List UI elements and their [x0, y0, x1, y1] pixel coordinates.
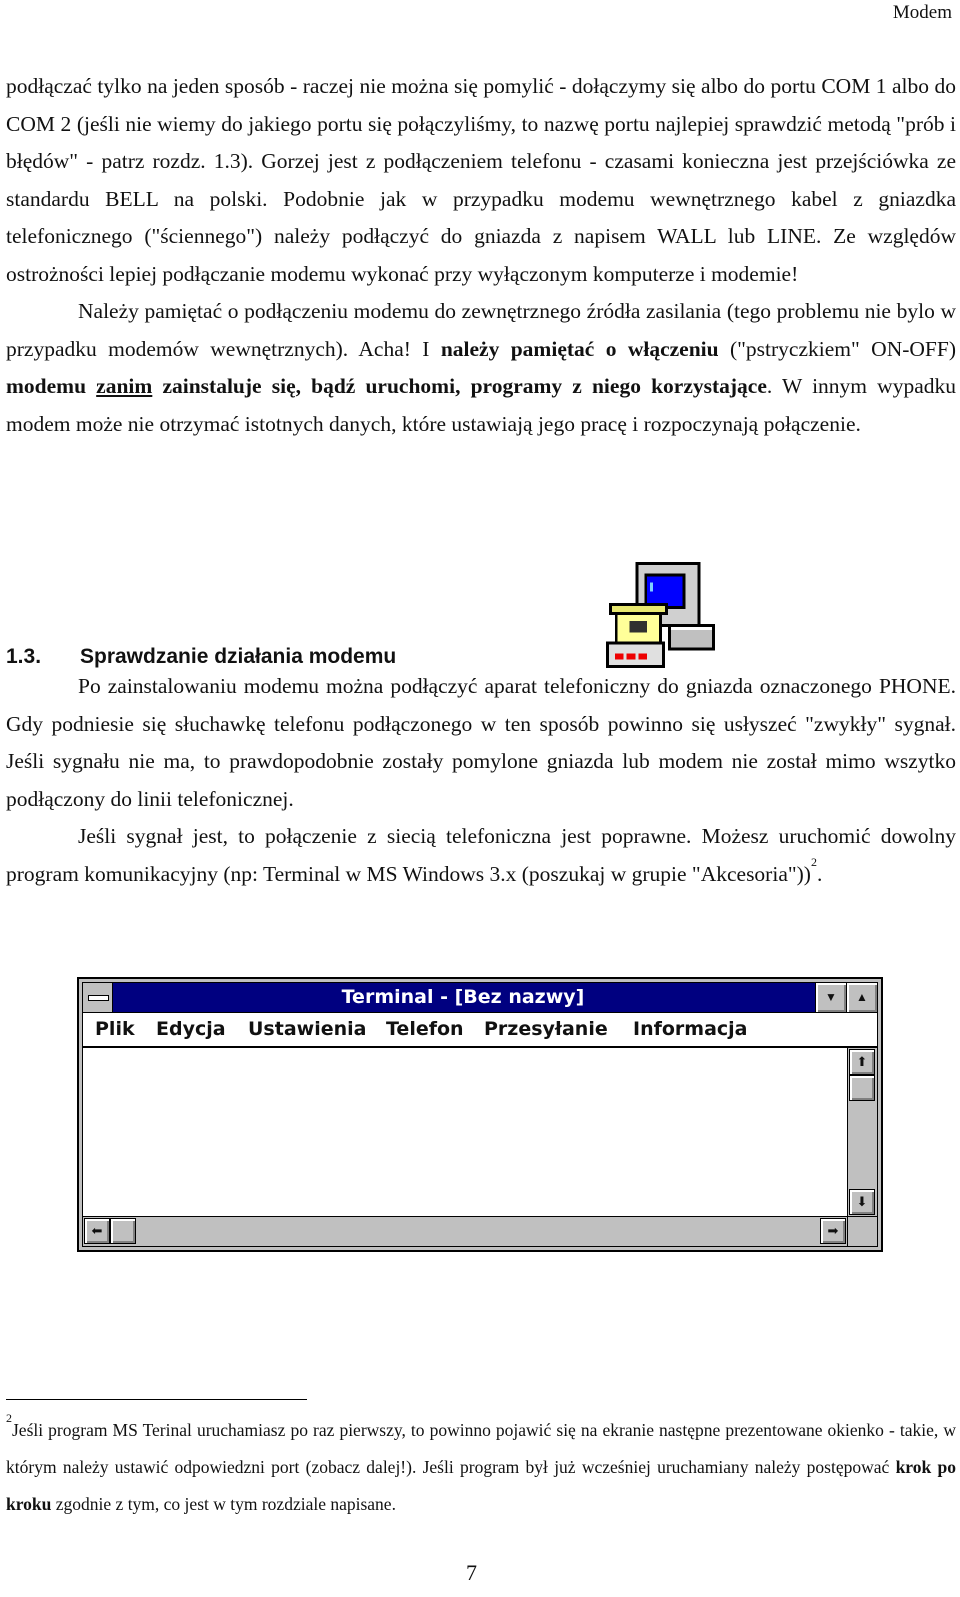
menu-ustawienia[interactable]: Ustawienia [248, 1013, 366, 1046]
body-text-block: podłączać tylko na jeden sposób - raczej… [6, 68, 956, 443]
triangle-up-icon: ▲ [856, 990, 868, 1004]
scroll-right-button[interactable]: ➡ [820, 1218, 846, 1244]
system-menu-button[interactable] [83, 983, 113, 1012]
vertical-scrollbar[interactable]: ⬆ ⬇ [847, 1048, 877, 1216]
paragraph-phone-test: Po zainstalowaniu modemu można podłączyć… [6, 674, 956, 811]
paragraph-connection: podłączać tylko na jeden sposób - raczej… [6, 74, 956, 286]
arrow-right-icon: ➡ [827, 1223, 839, 1238]
horizontal-scrollbar[interactable]: ⬅ ➡ [83, 1216, 847, 1246]
paragraph-terminal: Jeśli sygnał jest, to połączenie z sieci… [6, 824, 956, 886]
page-number: 7 [466, 1560, 477, 1585]
section-body: Po zainstalowaniu modemu można podłączyć… [6, 668, 956, 893]
emphasis-zanim: zanim [96, 374, 153, 398]
size-box [847, 1216, 877, 1246]
section-heading: 1.3. Sprawdzanie działania modemu [6, 645, 396, 669]
arrow-up-icon: ⬆ [856, 1054, 868, 1069]
arrow-down-icon: ⬇ [856, 1194, 868, 1209]
scroll-down-button[interactable]: ⬇ [849, 1189, 875, 1215]
horizontal-scroll-thumb[interactable] [110, 1218, 136, 1244]
menu-informacja[interactable]: Informacja [633, 1013, 748, 1046]
window-title: Terminal - [Bez nazwy] [341, 986, 585, 1008]
maximize-button[interactable]: ▲ [846, 983, 877, 1012]
running-header: Modem [892, 2, 952, 23]
triangle-down-icon: ▼ [825, 990, 837, 1004]
minimize-button[interactable]: ▼ [815, 983, 846, 1012]
menu-przesylanie[interactable]: Przesyłanie [484, 1013, 608, 1046]
menu-plik[interactable]: Plik [95, 1013, 135, 1046]
arrow-left-icon: ⬅ [91, 1223, 103, 1238]
terminal-content-area[interactable] [83, 1048, 847, 1216]
footnote-separator [6, 1399, 307, 1400]
paragraph-power: Należy pamiętać o podłączeniu modemu do … [6, 299, 956, 436]
modem-telephone-computer-icon [605, 561, 716, 669]
footnote: 2Jeśli program MS Terinal uruchamiasz po… [6, 1411, 956, 1514]
menu-bar: Plik Edycja Ustawienia Telefon Przesyłan… [83, 1013, 877, 1048]
scroll-up-button[interactable]: ⬆ [849, 1049, 875, 1075]
vertical-scroll-thumb[interactable] [849, 1075, 875, 1101]
scroll-left-button[interactable]: ⬅ [84, 1218, 110, 1244]
menu-edycja[interactable]: Edycja [156, 1013, 226, 1046]
terminal-window: Terminal - [Bez nazwy] ▼ ▲ Plik Edycja U… [77, 977, 883, 1252]
section-number: 1.3. [6, 645, 42, 668]
window-titlebar[interactable]: Terminal - [Bez nazwy] ▼ ▲ [83, 983, 877, 1013]
section-title: Sprawdzanie działania modemu [80, 645, 397, 668]
menu-telefon[interactable]: Telefon [386, 1013, 464, 1046]
